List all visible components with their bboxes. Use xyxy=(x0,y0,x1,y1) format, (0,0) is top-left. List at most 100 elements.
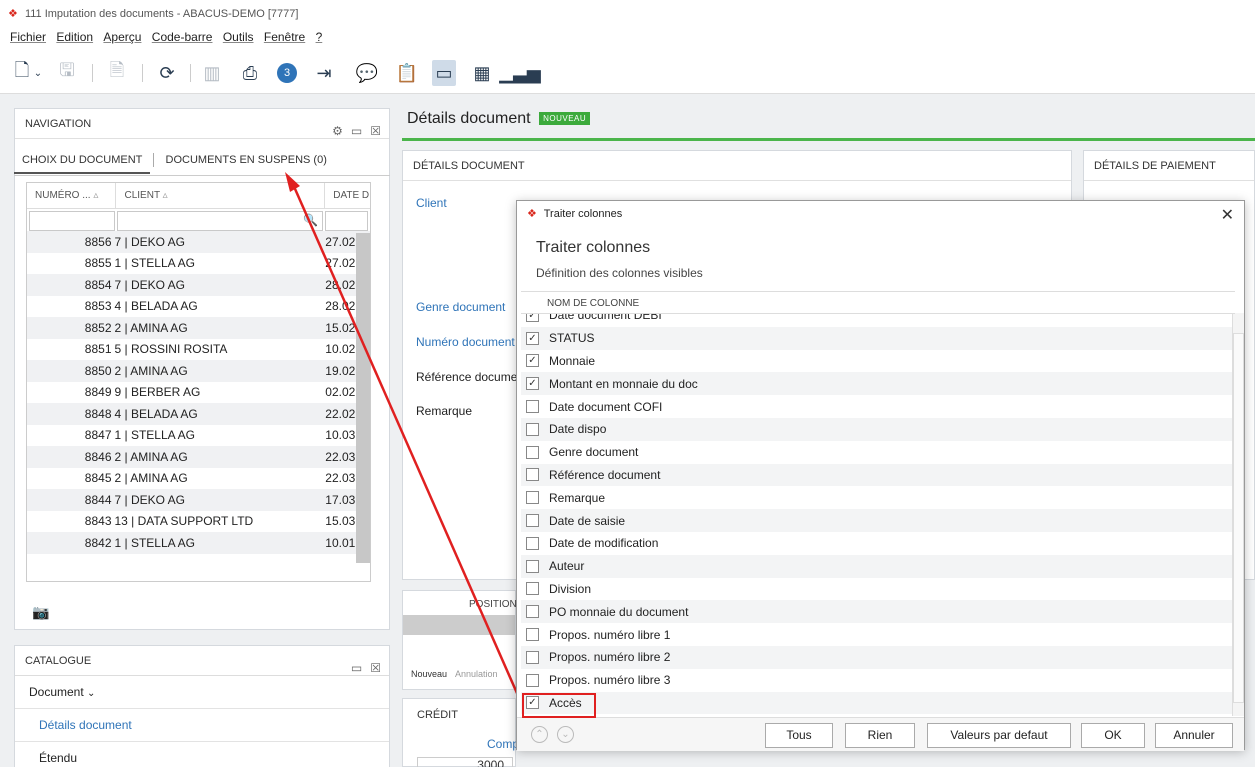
column-checkbox[interactable] xyxy=(526,605,539,619)
list-item[interactable]: Date dispo xyxy=(521,417,1235,441)
select-none-button[interactable]: Rien xyxy=(845,723,915,748)
catalogue-item-etendu[interactable]: Étendu xyxy=(15,742,389,767)
list-item[interactable]: Propos. numéro libre 3 xyxy=(521,669,1235,692)
column-checkbox[interactable] xyxy=(526,582,539,596)
comment-icon[interactable]: 💬 xyxy=(355,60,379,86)
menu-edition[interactable]: Edition xyxy=(56,30,93,44)
list-item[interactable]: Auteur xyxy=(521,554,1235,578)
barcode-icon[interactable]: ▥ xyxy=(200,60,224,86)
menu-fichier[interactable]: Fichier xyxy=(10,30,46,44)
settings-gear-icon[interactable]: ⚙ xyxy=(332,116,343,146)
table-row[interactable]: 8856 7 | DEKO AG 27.02.2 xyxy=(27,231,370,253)
chart-icon[interactable]: ▁▃▅ xyxy=(499,60,541,86)
table-row[interactable]: 8844 7 | DEKO AG 17.03.2 xyxy=(27,489,370,511)
list-item[interactable]: Genre document xyxy=(521,441,1235,464)
list-item[interactable]: Division xyxy=(521,578,1235,601)
list-item[interactable]: ✓ Accès xyxy=(521,691,1235,715)
amount-field[interactable]: 3000 xyxy=(417,757,513,767)
table-row[interactable]: 8850 2 | AMINA AG 19.02.2 xyxy=(27,360,370,382)
export-icon[interactable]: ⇥ xyxy=(312,60,336,86)
column-checkbox[interactable] xyxy=(526,628,539,642)
list-item[interactable]: Date de saisie xyxy=(521,509,1235,532)
filter-client-input[interactable]: 🔍 xyxy=(116,211,324,231)
column-checkbox[interactable] xyxy=(526,536,539,550)
column-checkbox[interactable] xyxy=(526,468,539,482)
move-up-icon[interactable]: ⌃ xyxy=(531,726,548,743)
table-row[interactable]: 8845 2 | AMINA AG 22.03.2 xyxy=(27,468,370,490)
table-row[interactable]: 8842 1 | STELLA AG 10.01.2 xyxy=(27,532,370,554)
column-checkbox[interactable]: ✓ xyxy=(526,354,539,368)
table-row[interactable]: 8847 1 | STELLA AG 10.03.2 xyxy=(27,425,370,447)
print-icon[interactable]: ⎙ xyxy=(238,60,262,86)
list-item[interactable]: ✓ Monnaie xyxy=(521,350,1235,373)
close-icon[interactable]: ✕ xyxy=(1221,205,1234,225)
catalogue-item-document[interactable]: Document ⌄ xyxy=(15,676,389,709)
table-row[interactable]: 8853 4 | BELADA AG 28.02.2 xyxy=(27,296,370,318)
notifications-icon[interactable]: 3 xyxy=(275,60,299,86)
column-checkbox[interactable] xyxy=(526,559,539,573)
tab-choix-document[interactable]: CHOIX DU DOCUMENT xyxy=(14,148,151,174)
menu-help[interactable]: ? xyxy=(316,30,323,44)
column-checkbox[interactable] xyxy=(526,514,539,528)
menu-apercu[interactable]: Aperçu xyxy=(103,30,141,44)
menu-outils[interactable]: Outils xyxy=(223,30,254,44)
list-item[interactable]: PO monnaie du document xyxy=(521,600,1235,624)
close-icon[interactable]: ☒ xyxy=(370,116,381,146)
column-list-scrollbar[interactable] xyxy=(1232,313,1244,716)
table-row[interactable]: 8848 4 | BELADA AG 22.02.2 xyxy=(27,403,370,425)
table-row[interactable]: 8855 1 | STELLA AG 27.02.2 xyxy=(27,253,370,275)
table-row[interactable]: 8846 2 | AMINA AG 22.03.2 xyxy=(27,446,370,468)
menu-fenetre[interactable]: Fenêtre xyxy=(264,30,305,44)
list-item[interactable]: Propos. numéro libre 2 xyxy=(521,645,1235,669)
list-item[interactable]: Référence document xyxy=(521,463,1235,487)
new-dropdown-chevron-icon[interactable]: ⌄ xyxy=(32,60,44,86)
column-checkbox[interactable] xyxy=(526,491,539,505)
list-item[interactable]: Remarque xyxy=(521,486,1235,509)
table-row[interactable]: 8843 13 | DATA SUPPORT LTD 15.03.2 xyxy=(27,511,370,533)
col-client-header[interactable]: CLIENT ▵ xyxy=(116,183,326,208)
cancel-button[interactable]: Annuler xyxy=(1155,723,1233,748)
table-row[interactable]: 8852 2 | AMINA AG 15.02.2 xyxy=(27,317,370,339)
table-row[interactable]: 8849 9 | BERBER AG 02.02.2 xyxy=(27,382,370,404)
tab-documents-suspens[interactable]: DOCUMENTS EN SUSPENS (0) xyxy=(158,148,335,172)
select-all-button[interactable]: Tous xyxy=(765,723,833,748)
col-date-header[interactable]: DATE D xyxy=(325,183,370,208)
table-row[interactable]: 8851 5 | ROSSINI ROSITA 10.02.2 xyxy=(27,339,370,361)
ok-button[interactable]: OK xyxy=(1081,723,1145,748)
default-values-button[interactable]: Valeurs par defaut xyxy=(927,723,1071,748)
column-checkbox[interactable]: ✓ xyxy=(526,377,539,391)
camera-icon[interactable]: 📷 xyxy=(32,604,49,621)
catalogue-item-details-document[interactable]: Détails document xyxy=(15,709,389,742)
move-down-icon[interactable]: ⌄ xyxy=(557,726,574,743)
column-checkbox[interactable] xyxy=(526,445,539,459)
window-icon[interactable]: ▭ xyxy=(432,60,456,86)
close-icon[interactable]: ☒ xyxy=(370,653,381,683)
refresh-icon[interactable]: ⟳ xyxy=(155,60,179,86)
column-checkbox[interactable] xyxy=(526,650,539,664)
window-maximize-icon[interactable]: ▭ xyxy=(351,116,362,146)
attachment-icon[interactable]: 📋 xyxy=(395,60,419,86)
columns-icon[interactable]: ▦ xyxy=(470,60,494,86)
menu-code-barre[interactable]: Code-barre xyxy=(152,30,213,44)
row-number: 8850 xyxy=(84,363,112,378)
filter-numero-input[interactable] xyxy=(29,211,115,231)
window-maximize-icon[interactable]: ▭ xyxy=(351,653,362,683)
list-item[interactable]: Date de modification xyxy=(521,532,1235,555)
table-row[interactable]: 8854 7 | DEKO AG 28.02.2 xyxy=(27,274,370,296)
new-position-link[interactable]: Nouveau xyxy=(411,669,447,679)
cancel-position-link[interactable]: Annulation xyxy=(455,669,498,679)
column-checkbox[interactable]: ✓ xyxy=(526,331,539,345)
preview-icon[interactable]: 🗎 xyxy=(105,60,129,86)
list-item[interactable]: ✓ Montant en monnaie du doc xyxy=(521,372,1235,396)
grid-scrollbar[interactable] xyxy=(356,233,370,563)
save-icon[interactable]: 🖫 xyxy=(55,60,79,86)
column-checkbox[interactable] xyxy=(526,422,539,436)
col-numero-header[interactable]: NUMÉRO ... ▵ xyxy=(27,183,117,208)
list-item[interactable]: Propos. numéro libre 1 xyxy=(521,623,1235,646)
column-checkbox[interactable] xyxy=(526,400,539,414)
list-item[interactable]: ✓ STATUS xyxy=(521,326,1235,350)
new-document-icon[interactable]: 🗋 xyxy=(10,60,34,86)
filter-date-input[interactable] xyxy=(325,211,368,231)
list-item[interactable]: Date document COFI xyxy=(521,395,1235,418)
column-checkbox[interactable] xyxy=(526,673,539,687)
